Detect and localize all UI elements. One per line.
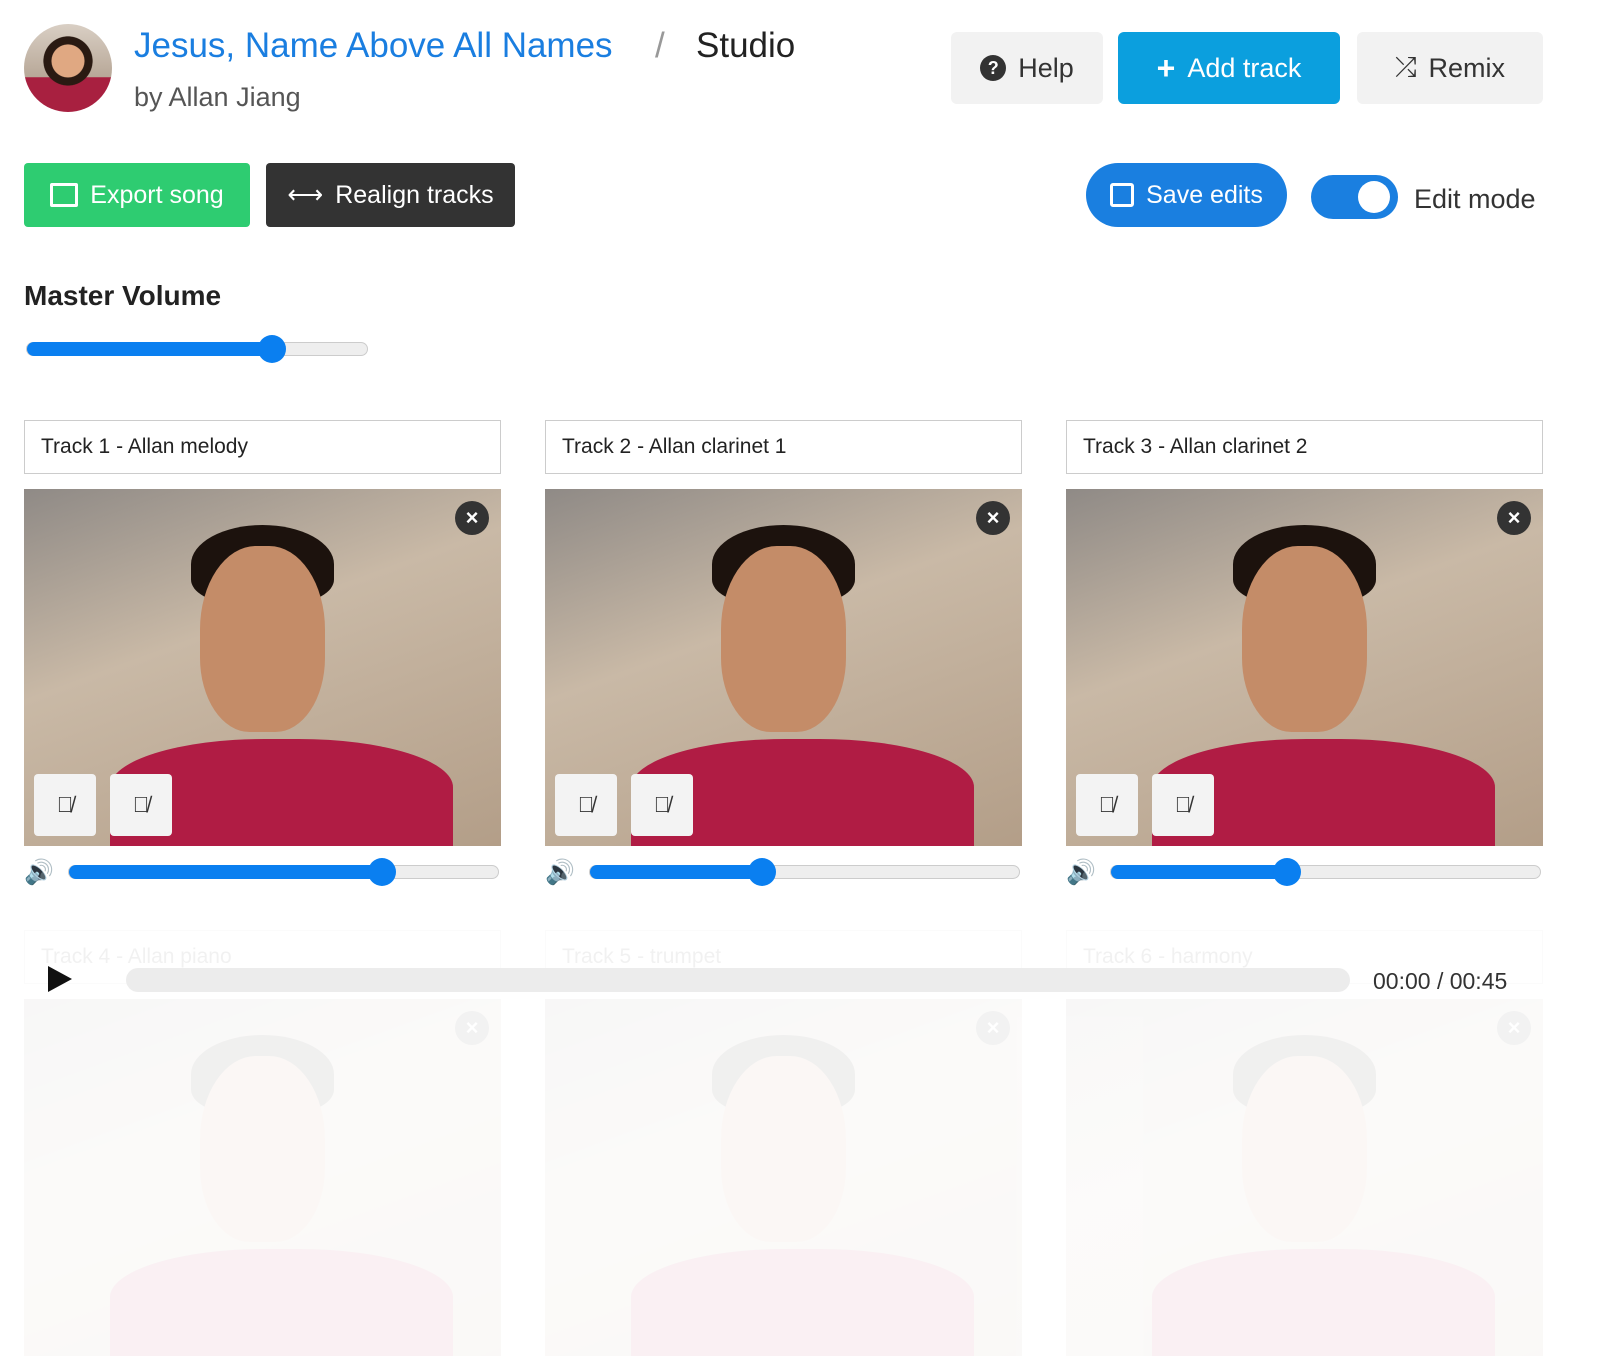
arrows-h-icon: ⟷ — [287, 181, 324, 209]
track-video: × 👁̸ 🎙̸ — [24, 489, 501, 846]
close-icon[interactable]: × — [976, 1011, 1010, 1045]
master-volume-slider[interactable] — [26, 335, 368, 363]
track-name-input[interactable]: Track 2 - Allan clarinet 1 — [545, 420, 1022, 474]
track-card: Track 3 - Allan clarinet 2 × 👁̸ 🎙̸ 🔊 — [1066, 420, 1543, 898]
microphone-slash-icon: 🎙̸ — [1174, 792, 1192, 817]
breadcrumb-separator: / — [655, 26, 665, 65]
hide-video-button[interactable]: 👁̸ — [1076, 774, 1138, 836]
edit-mode-label: Edit mode — [1414, 184, 1536, 214]
track-volume-slider[interactable] — [589, 858, 1020, 886]
track-card: Track 5 - trumpet × — [545, 930, 1022, 1356]
eye-slash-icon: 👁̸ — [577, 792, 595, 817]
plus-icon: + — [1156, 49, 1176, 86]
remix-button[interactable]: ⤮ Remix — [1357, 32, 1543, 104]
eye-slash-icon: 👁̸ — [1098, 792, 1116, 817]
hide-video-button[interactable]: 👁̸ — [34, 774, 96, 836]
track-video: × — [545, 999, 1022, 1356]
byline: by Allan Jiang — [134, 82, 301, 112]
track-name-input[interactable]: Track 1 - Allan melody — [24, 420, 501, 474]
floppy-icon — [1110, 183, 1135, 207]
play-icon[interactable] — [48, 966, 72, 992]
close-icon[interactable]: × — [455, 1011, 489, 1045]
microphone-slash-icon: 🎙̸ — [132, 792, 150, 817]
save-label: Save edits — [1146, 180, 1263, 209]
volume-icon: 🔊 — [1066, 859, 1096, 886]
shuffle-icon: ⤮ — [1394, 52, 1417, 82]
close-icon[interactable]: × — [1497, 501, 1531, 535]
hide-video-button[interactable]: 👁̸ — [555, 774, 617, 836]
track-volume-slider[interactable] — [68, 858, 499, 886]
track-name-input[interactable]: Track 3 - Allan clarinet 2 — [1066, 420, 1543, 474]
save-edits-button[interactable]: Save edits — [1086, 163, 1287, 227]
playback-time: 00:00 / 00:45 — [1373, 968, 1508, 994]
close-icon[interactable]: × — [976, 501, 1010, 535]
master-volume-label: Master Volume — [24, 280, 222, 311]
volume-icon: 🔊 — [545, 859, 575, 886]
page-title: Studio — [696, 26, 796, 65]
track-video: × 👁̸ 🎙̸ — [545, 489, 1022, 846]
microphone-slash-icon: 🎙̸ — [653, 792, 671, 817]
track-card: Track 4 - Allan piano × — [24, 930, 501, 1356]
track-video: × 👁̸ 🎙̸ — [1066, 489, 1543, 846]
question-circle-icon: ? — [980, 55, 1007, 81]
realign-tracks-button[interactable]: ⟷ Realign tracks — [266, 163, 515, 227]
avatar — [24, 24, 112, 112]
volume-icon: 🔊 — [24, 859, 54, 886]
help-label: Help — [1018, 52, 1074, 83]
edit-mode-toggle[interactable] — [1311, 175, 1398, 219]
mute-button[interactable]: 🎙̸ — [110, 774, 172, 836]
film-icon — [50, 183, 79, 207]
help-button[interactable]: ? Help — [951, 32, 1103, 104]
close-icon[interactable]: × — [1497, 1011, 1531, 1045]
export-song-button[interactable]: Export song — [24, 163, 250, 227]
song-title[interactable]: Jesus, Name Above All Names — [134, 26, 613, 66]
track-video: × — [24, 999, 501, 1356]
export-label: Export song — [90, 180, 224, 209]
add-track-label: Add track — [1187, 52, 1302, 83]
eye-slash-icon: 👁̸ — [56, 792, 74, 817]
mute-button[interactable]: 🎙̸ — [631, 774, 693, 836]
playback-progress-bar[interactable] — [126, 968, 1350, 992]
track-volume-slider[interactable] — [1110, 858, 1541, 886]
track-card: Track 1 - Allan melody × 👁̸ 🎙̸ 🔊 — [24, 420, 501, 898]
realign-label: Realign tracks — [335, 180, 494, 209]
remix-label: Remix — [1428, 52, 1506, 83]
close-icon[interactable]: × — [455, 501, 489, 535]
track-card: Track 2 - Allan clarinet 1 × 👁̸ 🎙̸ 🔊 — [545, 420, 1022, 898]
add-track-button[interactable]: + Add track — [1118, 32, 1340, 104]
mute-button[interactable]: 🎙̸ — [1152, 774, 1214, 836]
track-video: × — [1066, 999, 1543, 1356]
